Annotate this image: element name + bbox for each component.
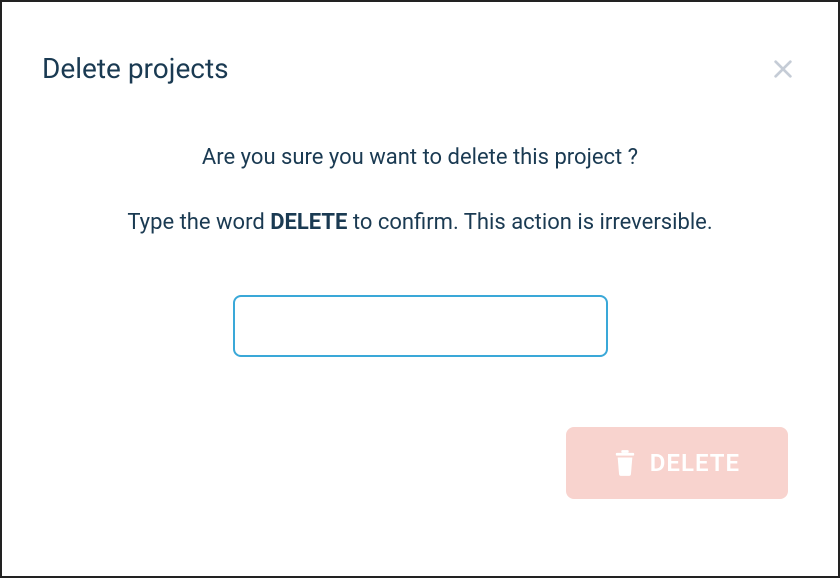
trash-icon <box>614 450 636 476</box>
modal-body: Are you sure you want to delete this pro… <box>42 145 798 499</box>
confirm-input[interactable] <box>233 295 608 357</box>
instruction-bold: DELETE <box>270 210 347 235</box>
delete-button-label: DELETE <box>650 449 740 477</box>
delete-modal: Delete projects Are you sure you want to… <box>0 0 840 578</box>
delete-button[interactable]: DELETE <box>566 427 788 499</box>
confirm-question: Are you sure you want to delete this pro… <box>42 145 798 170</box>
close-icon <box>772 58 794 80</box>
instruction-prefix: Type the word <box>127 210 270 235</box>
confirm-instruction: Type the word DELETE to confirm. This ac… <box>42 210 798 235</box>
modal-footer: DELETE <box>42 427 798 499</box>
close-button[interactable] <box>768 54 798 84</box>
input-wrapper <box>42 295 798 357</box>
modal-title: Delete projects <box>42 52 229 85</box>
modal-header: Delete projects <box>42 52 798 85</box>
instruction-suffix: to confirm. This action is irreversible. <box>347 210 712 235</box>
